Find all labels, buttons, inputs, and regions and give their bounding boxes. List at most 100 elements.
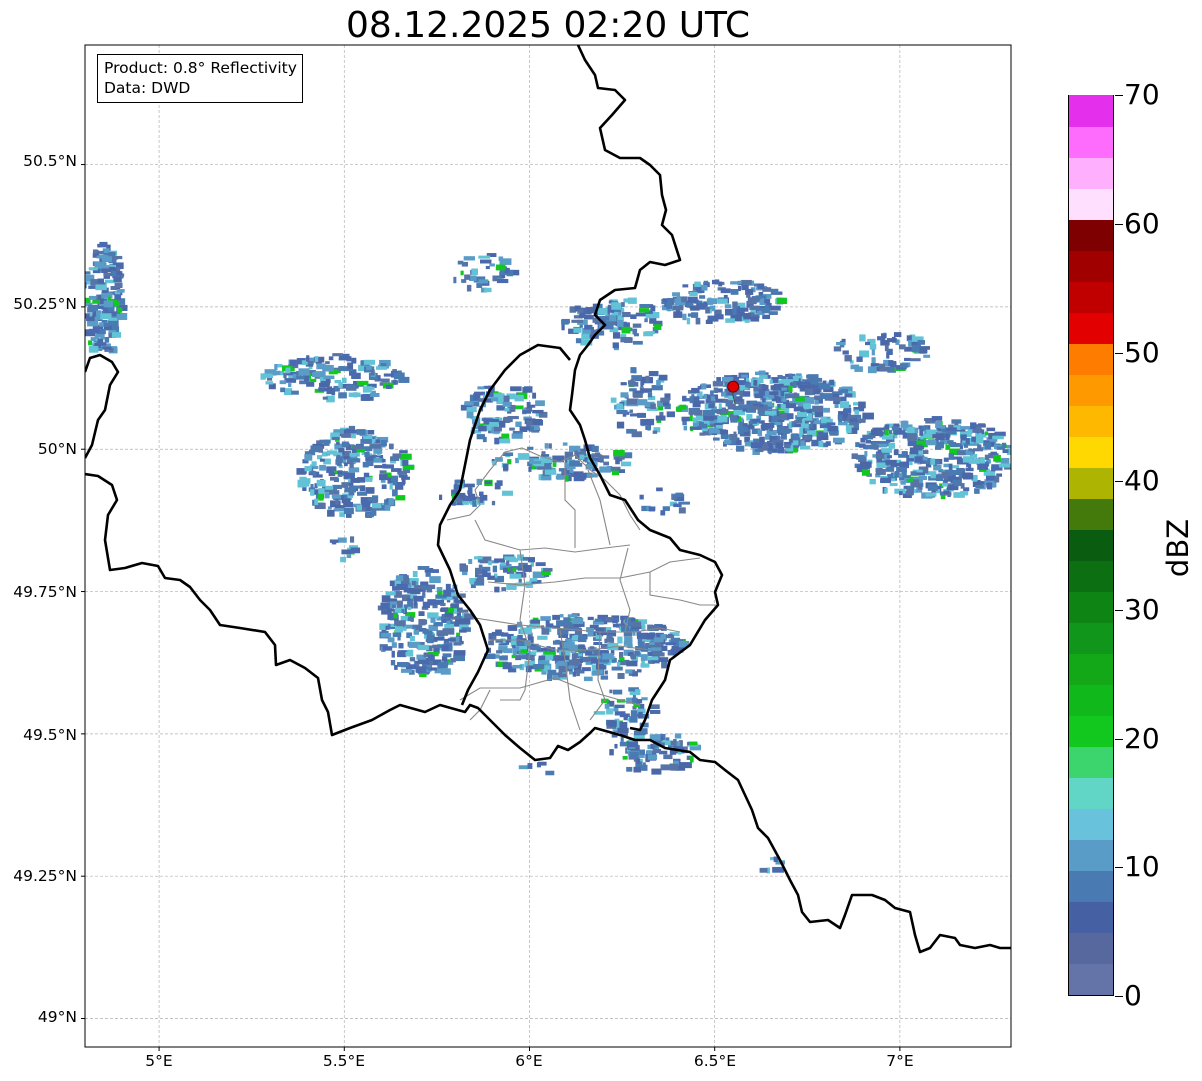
echo-pixel — [567, 614, 578, 618]
colorbar-unit: dBZ — [1161, 518, 1195, 578]
echo-pixel — [108, 296, 112, 301]
echo-pixel — [492, 565, 498, 573]
echo-pixel — [496, 480, 503, 486]
echo-pixel — [522, 565, 532, 572]
echo-pixel — [495, 629, 502, 633]
colorbar-segment — [1069, 714, 1113, 747]
colorbar-segment — [1069, 652, 1113, 685]
echo-pixel — [740, 404, 752, 409]
echo-pixel — [859, 350, 870, 358]
echo-pixel — [587, 616, 594, 621]
echo-pixel — [812, 405, 824, 413]
echo-pixel — [518, 578, 522, 583]
echo-pixel — [975, 484, 984, 489]
echo-pixel — [792, 381, 797, 388]
echo-pixel — [629, 716, 638, 723]
colorbar-segment — [1069, 218, 1113, 251]
echo-pixel — [563, 641, 575, 649]
echo-pixel — [314, 498, 319, 506]
echo-pixel — [362, 386, 372, 393]
echo-pixel — [854, 409, 859, 415]
echo-pixel — [391, 650, 395, 658]
echo-pixel — [101, 255, 112, 262]
echo-pixel — [388, 498, 395, 506]
echo-pixel — [705, 306, 710, 314]
echo-pixel — [965, 467, 974, 472]
colorbar-segment — [1069, 156, 1113, 189]
echo-pixel — [859, 334, 866, 342]
echo-pixel — [464, 274, 471, 280]
colorbar-segment — [1069, 187, 1113, 220]
echo-pixel — [720, 288, 731, 294]
echo-pixel — [418, 619, 426, 626]
echo-pixel — [296, 468, 306, 475]
echo-pixel — [349, 462, 354, 468]
colorbar-segment — [1069, 807, 1113, 840]
echo-pixel — [655, 415, 666, 421]
colorbar-segment — [1069, 528, 1113, 561]
echo-pixel — [935, 421, 943, 429]
echo-pixel — [695, 317, 701, 325]
echo-pixel — [288, 383, 292, 388]
echo-pixel — [984, 454, 990, 460]
echo-pixel — [974, 488, 980, 494]
echo-pixel — [409, 657, 416, 662]
echo-pixel — [631, 617, 636, 622]
lat-label-49-25: 49.25°N — [13, 867, 77, 885]
echo-pixel — [741, 284, 749, 291]
echo-pixel — [548, 443, 552, 449]
echo-pixel — [682, 395, 687, 402]
echo-pixel — [706, 298, 714, 305]
echo-pixel — [666, 302, 673, 310]
echo-pixel — [99, 241, 108, 248]
echo-pixel — [888, 360, 894, 367]
echo-pixel — [537, 635, 548, 640]
colorbar-segment — [1069, 776, 1113, 809]
echo-pixel — [923, 434, 933, 439]
echo-pixel — [620, 618, 624, 626]
echo-pixel — [885, 460, 897, 465]
echo-pixel — [628, 741, 639, 748]
colorbar-segment — [1069, 559, 1113, 592]
echo-pixel — [604, 703, 610, 709]
echo-pixel — [769, 379, 773, 384]
echo-pixel — [338, 381, 343, 388]
colorbar-label-10: 10 — [1124, 850, 1160, 883]
echo-pixel — [794, 420, 802, 424]
echo-pixel — [429, 576, 441, 584]
echo-pixel — [324, 492, 330, 499]
echo-pixel — [503, 464, 509, 471]
echo-pixel — [528, 404, 536, 408]
echo-pixel — [623, 298, 628, 303]
echo-pixel — [504, 648, 513, 654]
echo-pixel — [859, 461, 872, 468]
echo-pixel — [665, 634, 675, 639]
echo-pixel — [380, 440, 387, 447]
echo-pixel — [619, 657, 625, 661]
echo-pixel — [620, 336, 632, 343]
echo-pixel — [640, 663, 650, 668]
echo-pixel — [390, 659, 396, 666]
echo-pixel — [626, 660, 638, 667]
echo-pixel — [343, 507, 354, 515]
echo-pixel — [776, 429, 789, 434]
echo-pixel — [993, 454, 1001, 462]
echo-pixel — [393, 372, 405, 380]
echo-pixel — [341, 482, 349, 488]
echo-pixel — [346, 429, 358, 434]
echo-pixel — [561, 470, 568, 476]
echo-pixel — [494, 437, 500, 445]
echo-pixel — [375, 439, 380, 444]
echo-pixel — [948, 463, 953, 471]
echo-pixel — [708, 427, 719, 434]
echo-pixel — [609, 689, 613, 694]
echo-pixel — [894, 471, 899, 478]
echo-pixel — [349, 536, 355, 543]
echo-pixel — [718, 298, 728, 304]
echo-pixel — [614, 743, 618, 749]
echo-pixel — [558, 665, 566, 673]
echo-pixel — [756, 310, 762, 315]
echo-pixel — [665, 642, 677, 646]
echo-pixel — [632, 323, 642, 328]
echo-pixel — [827, 425, 838, 432]
